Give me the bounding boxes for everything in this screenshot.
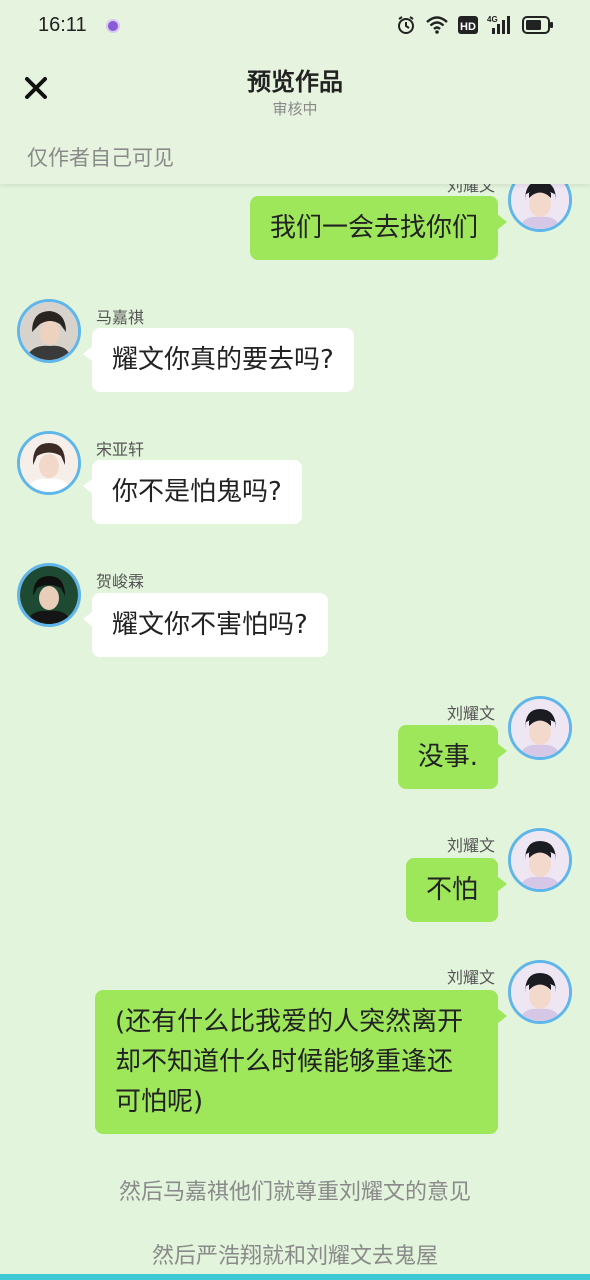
app-notification-icon (106, 19, 120, 33)
avatar-liu-yaowen[interactable] (508, 960, 572, 1024)
message-bubble[interactable]: 我们一会去找你们 (249, 196, 508, 260)
alarm-icon (396, 14, 416, 36)
narration-text: 然后严浩翔就和刘耀文去鬼屋 (151, 1244, 438, 1269)
avatar-liu-yaowen[interactable] (508, 184, 572, 232)
sender-name: 贺峻霖 (96, 572, 145, 591)
chat-area[interactable]: 刘耀文 我们一会去找你们 马嘉祺 耀文你真的要去吗? 宋亚轩 你不是怕鬼吗? 贺… (0, 184, 590, 1274)
wifi-icon (425, 14, 449, 36)
top-bar: 预览作品 审核中 (0, 52, 590, 132)
hd-label: HD (460, 21, 476, 33)
sender-name: 刘耀文 (446, 836, 495, 855)
message-bubble[interactable]: 你不是怕鬼吗? (83, 460, 302, 524)
page-title: 预览作品 (247, 68, 343, 96)
message-bubble[interactable]: (还有什么比我爱的人突然离开却不知道什么时候能够重逢还可怕呢) (95, 990, 507, 1134)
signal-icon: 4G (487, 14, 513, 36)
battery-icon (522, 14, 554, 36)
sender-name: 宋亚轩 (96, 440, 145, 459)
bottom-accent-bar (0, 1274, 590, 1280)
network-label: 4G (487, 15, 498, 24)
message-bubble[interactable]: 没事. (397, 725, 508, 789)
review-status: 审核中 (272, 100, 318, 118)
sender-name: 刘耀文 (446, 184, 495, 195)
avatar-he-junlin[interactable] (17, 563, 81, 627)
avatar-ma-jiaqi[interactable] (17, 299, 81, 363)
status-time: 16:11 (38, 14, 87, 36)
avatar-song-yaxuan[interactable] (17, 431, 81, 495)
status-bar: 16:11 HD 4G (0, 0, 590, 52)
sender-name: 刘耀文 (446, 968, 495, 987)
hd-icon: HD (458, 14, 478, 36)
message-bubble[interactable]: 不怕 (405, 858, 508, 922)
message-bubble[interactable]: 耀文你不害怕吗? (83, 593, 328, 657)
status-icons: HD 4G (396, 14, 554, 36)
visibility-note: 仅作者自己可见 (27, 146, 174, 170)
visibility-banner: 仅作者自己可见 (0, 132, 590, 184)
avatar-liu-yaowen[interactable] (508, 828, 572, 892)
sender-name: 刘耀文 (446, 704, 495, 723)
message-bubble[interactable]: 耀文你真的要去吗? (83, 328, 354, 392)
narration-text: 然后马嘉祺他们就尊重刘耀文的意见 (118, 1180, 471, 1205)
avatar-liu-yaowen[interactable] (508, 696, 572, 760)
sender-name: 马嘉祺 (96, 308, 145, 327)
